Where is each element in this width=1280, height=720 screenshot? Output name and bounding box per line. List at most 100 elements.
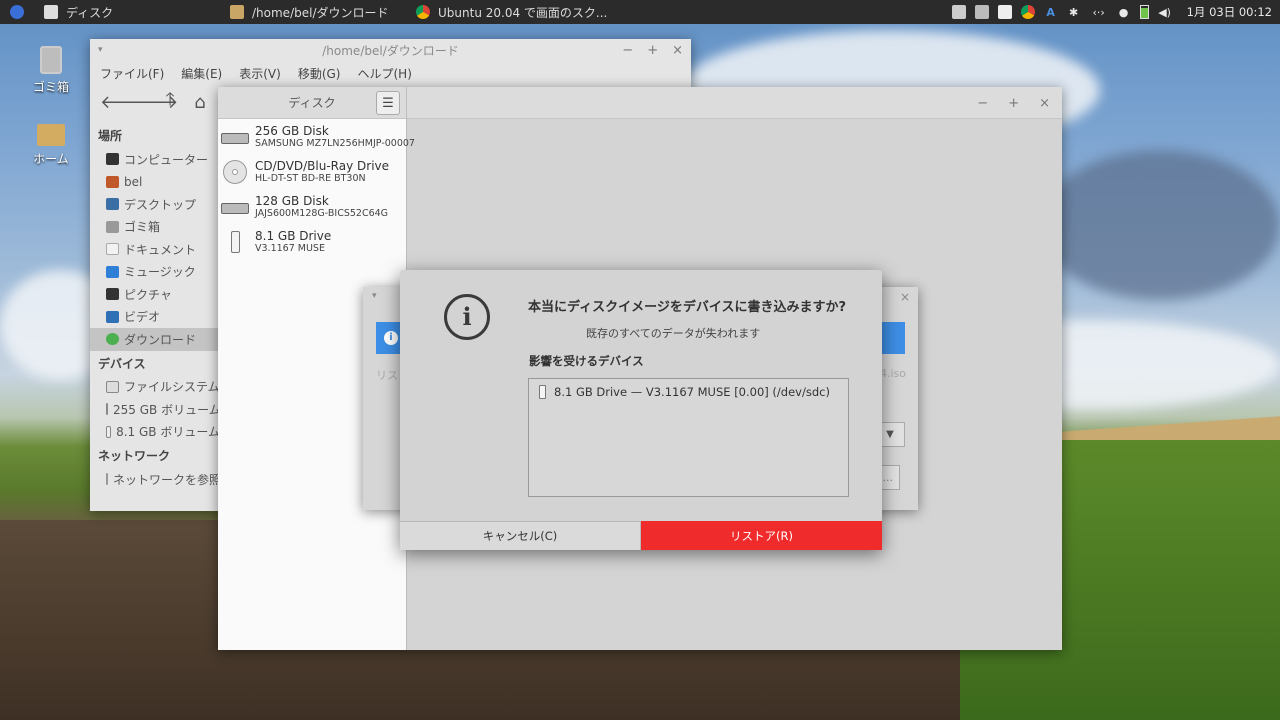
bluetooth-icon[interactable]: ✱ — [1067, 5, 1081, 19]
usb-icon — [106, 425, 112, 438]
app-menu-button[interactable]: ☰ — [376, 91, 400, 115]
info-glyph-icon: i — [462, 302, 472, 331]
sidebar-item-computer[interactable]: コンピューター — [90, 148, 220, 171]
dialog-title: 本当にディスクイメージをデバイスに書き込みますか? — [528, 300, 846, 315]
drive-icon — [106, 380, 119, 393]
sidebar-item-videos[interactable]: ビデオ — [90, 306, 220, 329]
back-icon[interactable]: 🡐 — [100, 92, 148, 113]
disks-header-bar: − + × — [407, 87, 1062, 119]
volume-icon[interactable]: ◀) — [1158, 5, 1172, 19]
close-icon[interactable]: × — [1039, 96, 1050, 111]
image-filename: 4.iso — [879, 367, 906, 380]
cancel-button-label: キャンセル(C) — [482, 529, 558, 543]
image-label: リス — [376, 369, 398, 382]
sidebar-item-volume-255[interactable]: 255 GB ボリューム — [90, 398, 221, 421]
document-icon — [106, 243, 119, 256]
drive-name: CD/DVD/Blu-Ray Drive — [255, 159, 390, 173]
close-icon[interactable]: × — [672, 43, 683, 58]
sidebar-item-label: デスクトップ — [124, 197, 197, 212]
network-icon[interactable]: ‹·› — [1090, 5, 1108, 19]
chrome-tray-icon[interactable] — [1020, 5, 1035, 19]
menu-go[interactable]: 移動(G) — [298, 65, 341, 82]
affected-devices-list: 8.1 GB Drive — V3.1167 MUSE [0.00] (/dev… — [528, 378, 849, 497]
usb-drive-icon — [221, 229, 249, 255]
disks-title: ディスク — [288, 96, 336, 110]
hamburger-icon: ☰ — [382, 95, 394, 111]
usb-drive-icon — [539, 385, 546, 399]
sidebar-item-label: ダウンロード — [124, 332, 197, 347]
sidebar: 場所 コンピューター bel デスクトップ ゴミ箱 ドキュメント ミュージック … — [90, 123, 221, 491]
screenshot-icon[interactable] — [974, 5, 989, 19]
taskbar-item-disks[interactable]: ディスク — [34, 0, 220, 24]
up-icon[interactable]: 🡑 — [160, 87, 180, 117]
drive-item[interactable]: CD/DVD/Blu-Ray Drive HL-DT-ST BD-RE BT30N — [218, 154, 406, 189]
app-menu-button[interactable] — [0, 0, 34, 24]
drive-model: JAJS600M128G-BICS52C64G — [255, 208, 389, 219]
menu-file[interactable]: ファイル(F) — [100, 65, 164, 82]
desktop-trash[interactable]: ゴミ箱 — [21, 46, 81, 95]
sidebar-item-filesystem[interactable]: ファイルシステム — [90, 376, 220, 399]
drive-item[interactable]: 8.1 GB Drive V3.1167 MUSE — [218, 224, 406, 259]
sidebar-item-desktop[interactable]: デスクトップ — [90, 193, 220, 216]
whisker-menu-icon — [10, 5, 24, 19]
sidebar-header-devices: デバイス — [98, 356, 146, 371]
window-menu-icon[interactable]: ▾ — [372, 291, 377, 301]
forward-icon[interactable]: 🡒 — [130, 92, 178, 113]
taskbar-item-label: ディスク — [66, 5, 114, 20]
battery-icon[interactable] — [1139, 5, 1149, 19]
hdd-icon — [221, 194, 249, 220]
menu-help[interactable]: ヘルプ(H) — [357, 65, 411, 82]
taskbar-item-chrome[interactable]: Ubuntu 20.04 で画面のスク... — [406, 0, 617, 24]
sidebar-item-documents[interactable]: ドキュメント — [90, 238, 220, 261]
dialog-subtitle: 既存のすべてのデータが失われます — [586, 327, 761, 340]
browse-button-label: ... — [882, 471, 894, 484]
sidebar-item-label: ピクチャ — [124, 287, 172, 302]
menu-view[interactable]: 表示(V) — [239, 65, 281, 82]
sidebar-item-trash[interactable]: ゴミ箱 — [90, 216, 220, 239]
chrome-icon — [416, 5, 430, 19]
minimize-icon[interactable]: − — [622, 43, 633, 58]
affected-devices-label: 影響を受けるデバイス — [529, 354, 644, 368]
home-icon[interactable]: ⌂ — [190, 92, 210, 113]
video-icon — [106, 310, 119, 323]
sidebar-item-label: 255 GB ボリューム — [113, 402, 221, 417]
desktop-home-label: ホーム — [33, 152, 69, 166]
display-icon[interactable] — [951, 5, 966, 19]
sidebar-item-label: コンピューター — [124, 152, 209, 167]
window-title: /home/bel/ダウンロード — [322, 43, 459, 58]
close-icon[interactable]: × — [900, 290, 910, 304]
info-icon: i — [444, 294, 490, 340]
file-manager-titlebar[interactable]: ▾ /home/bel/ダウンロード − + × — [90, 39, 691, 61]
sidebar-item-browse-network[interactable]: ネットワークを参照 — [90, 468, 221, 491]
hdd-icon — [221, 124, 249, 150]
restore-button[interactable]: リストア(R) — [641, 521, 882, 550]
folder-icon — [230, 5, 244, 19]
sidebar-item-volume-8[interactable]: 8.1 GB ボリューム — [90, 421, 220, 444]
cancel-button[interactable]: キャンセル(C) — [400, 521, 641, 550]
clock[interactable]: 1月 03日 00:12 — [1187, 4, 1272, 20]
notification-bell-icon[interactable]: ● — [1117, 5, 1131, 19]
list-item[interactable]: 8.1 GB Drive — V3.1167 MUSE [0.00] (/dev… — [529, 379, 848, 405]
minimize-icon[interactable]: − — [977, 96, 988, 111]
dialog-buttons: キャンセル(C) リストア(R) — [400, 521, 882, 550]
sidebar-item-music[interactable]: ミュージック — [90, 261, 220, 284]
home-folder-icon — [37, 124, 65, 146]
drive-item[interactable]: 256 GB Disk SAMSUNG MZ7LN256HMJP-00007 — [218, 119, 415, 154]
window-menu-icon[interactable]: ▾ — [98, 45, 103, 55]
sidebar-item-home[interactable]: bel — [90, 171, 220, 194]
drive-item[interactable]: 128 GB Disk JAJS600M128G-BICS52C64G — [218, 189, 406, 224]
drive-name: 128 GB Disk — [255, 194, 329, 208]
drive-name: 256 GB Disk — [255, 124, 329, 138]
input-method-icon[interactable]: A — [1044, 5, 1058, 19]
sidebar-item-pictures[interactable]: ピクチャ — [90, 283, 220, 306]
maximize-icon[interactable]: + — [1008, 96, 1019, 111]
menu-edit[interactable]: 編集(E) — [181, 65, 222, 82]
trash-icon — [106, 220, 119, 233]
taskbar-item-file-manager[interactable]: /home/bel/ダウンロード — [220, 0, 406, 24]
notes-icon[interactable] — [997, 5, 1012, 19]
sidebar-item-downloads[interactable]: ダウンロード — [90, 328, 220, 351]
taskbar-item-label: /home/bel/ダウンロード — [252, 5, 389, 20]
maximize-icon[interactable]: + — [647, 43, 658, 58]
music-icon — [106, 265, 119, 278]
desktop-home[interactable]: ホーム — [21, 124, 81, 167]
